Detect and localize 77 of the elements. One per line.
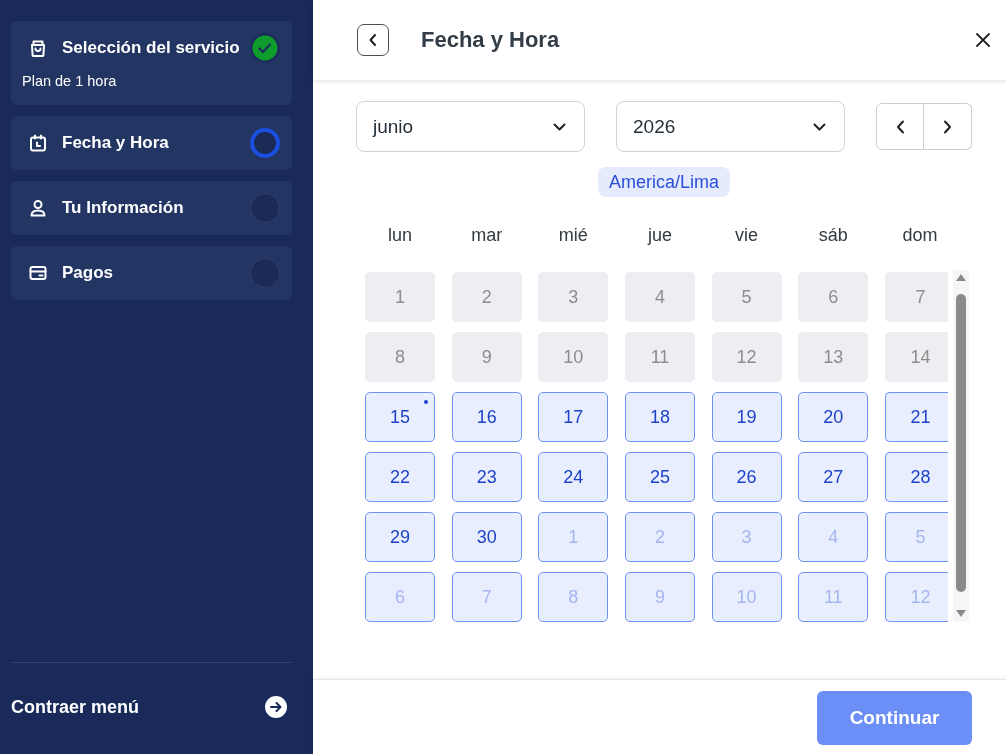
calendar-day[interactable]: 27 [798, 452, 869, 502]
step-card[interactable]: Fecha y Hora [11, 116, 292, 170]
calendar-day[interactable]: 7 [884, 272, 948, 322]
calendar-day[interactable]: 7 [451, 572, 522, 622]
weekday-label: vie [734, 224, 760, 247]
chevron-down-icon [553, 122, 566, 131]
continue-button: Continuar [817, 691, 972, 745]
calendar-day[interactable]: 6 [798, 272, 869, 322]
calendar-day[interactable]: 28 [884, 452, 948, 502]
calendar-day[interactable]: 18 [624, 392, 695, 442]
calendar-day[interactable]: 16 [451, 392, 522, 442]
calendar-day[interactable]: 3 [711, 512, 782, 562]
weekday-label: mar [470, 224, 504, 247]
calendar-day[interactable]: 3 [538, 272, 609, 322]
calendar-day[interactable]: 10 [538, 332, 609, 382]
calendar-day[interactable]: 2 [624, 512, 695, 562]
calendar-day[interactable]: 19 [711, 392, 782, 442]
step-card[interactable]: Tu Información [11, 181, 292, 235]
calendar-day[interactable]: 2 [451, 272, 522, 322]
weekday-label: lun [387, 224, 413, 247]
calendar-day[interactable]: 12 [711, 332, 782, 382]
calendar-icon [29, 134, 47, 152]
bag-icon [29, 39, 47, 57]
calendar-day[interactable]: 6 [365, 572, 435, 622]
credit-card-icon [29, 264, 47, 282]
scrollbar[interactable] [952, 270, 969, 622]
calendar-day[interactable]: 11 [624, 332, 695, 382]
calendar-day[interactable]: 25 [624, 452, 695, 502]
chevron-down-icon [813, 122, 826, 131]
step-label: Pagos [62, 263, 115, 283]
chevron-left-icon [895, 119, 905, 134]
chevron-right-icon [943, 119, 952, 134]
person-icon [29, 199, 47, 217]
calendar-day[interactable]: 17 [538, 392, 609, 442]
step-card[interactable]: Selección del servicio Plan de 1 hora [11, 21, 292, 105]
calendar-day[interactable]: 22 [365, 452, 435, 502]
calendar-day[interactable]: 21 [884, 392, 948, 442]
back-button[interactable] [357, 24, 389, 56]
weekday-label: mié [557, 224, 589, 247]
calendar-day[interactable]: 4 [798, 512, 869, 562]
weekday-label: jue [646, 224, 673, 247]
collapse-menu-button[interactable]: Contraer menú [11, 687, 287, 727]
calendar-day[interactable]: 1 [538, 512, 609, 562]
calendar-day[interactable]: 30 [451, 512, 522, 562]
calendar-day[interactable]: 9 [624, 572, 695, 622]
close-icon[interactable] [976, 33, 990, 47]
calendar-day[interactable]: 14 [884, 332, 948, 382]
calendar-day[interactable]: 9 [451, 332, 522, 382]
calendar-day[interactable]: 24 [538, 452, 609, 502]
step-label: Selección del servicio [62, 38, 241, 58]
step-detail: Plan de 1 hora [22, 72, 117, 90]
calendar-day[interactable]: 4 [624, 272, 695, 322]
calendar-day[interactable]: 8 [365, 332, 435, 382]
timezone-label: America/Lima [598, 167, 730, 197]
calendar-day[interactable]: 23 [451, 452, 522, 502]
calendar-day[interactable]: 8 [538, 572, 609, 622]
month-select[interactable]: junio [356, 101, 585, 152]
calendar-day[interactable]: 29 [365, 512, 435, 562]
step-label: Tu Información [62, 198, 185, 218]
calendar-day[interactable]: 5 [884, 512, 948, 562]
weekday-label: sáb [817, 224, 849, 247]
calendar-day[interactable]: 13 [798, 332, 869, 382]
calendar-day[interactable]: 5 [711, 272, 782, 322]
calendar-day[interactable]: 15 [365, 392, 435, 442]
chevron-left-icon [368, 33, 378, 47]
calendar-day[interactable]: 20 [798, 392, 869, 442]
calendar-day[interactable]: 11 [798, 572, 869, 622]
calendar-day[interactable]: 1 [365, 272, 435, 322]
calendar-day[interactable]: 10 [711, 572, 782, 622]
calendar-day[interactable]: 26 [711, 452, 782, 502]
arrow-right-icon [265, 696, 287, 718]
page-title: Fecha y Hora [421, 27, 561, 53]
weekday-label: dom [901, 224, 939, 247]
calendar-day[interactable]: 12 [884, 572, 948, 622]
step-card[interactable]: Pagos [11, 246, 292, 300]
year-select[interactable]: 2026 [616, 101, 845, 152]
step-label: Fecha y Hora [62, 133, 170, 153]
